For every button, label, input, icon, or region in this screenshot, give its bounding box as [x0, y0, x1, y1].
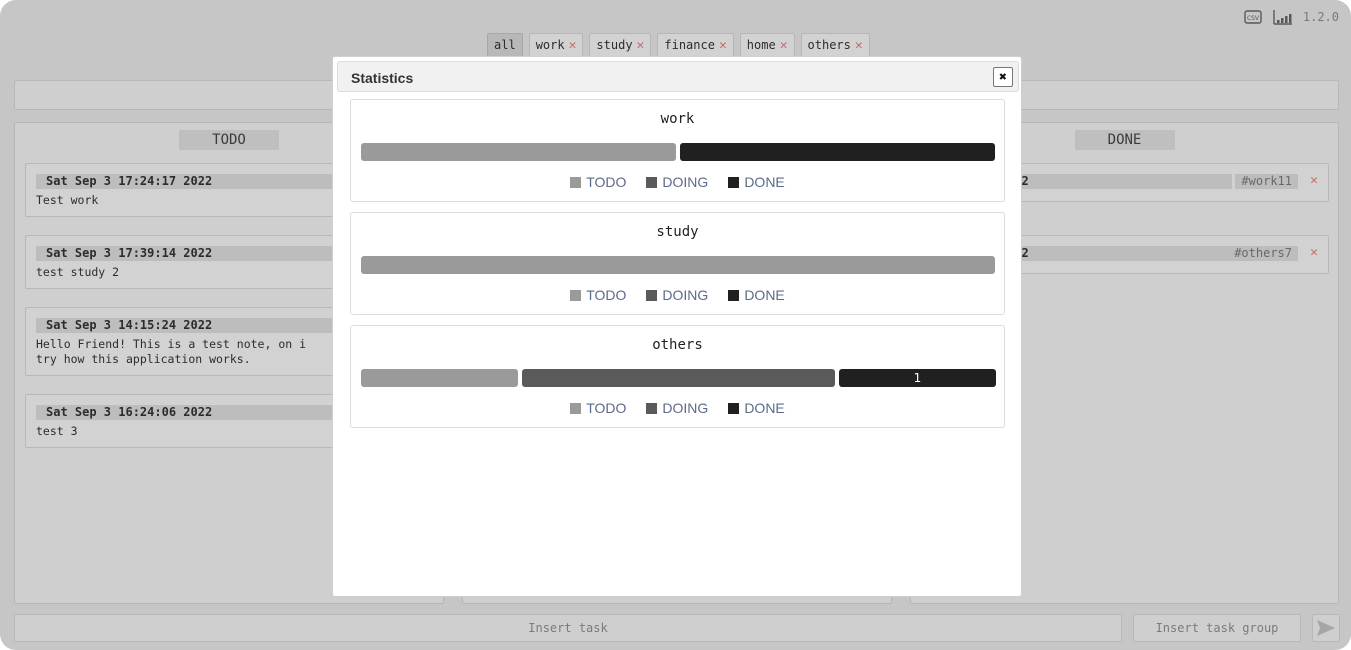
statistics-modal: Statistics ✖ work TODO DOING DONE study: [332, 56, 1022, 597]
legend-label: DOING: [662, 174, 709, 190]
legend-done: DONE: [728, 174, 785, 190]
legend-label: DONE: [744, 400, 785, 416]
todo-segment: [361, 143, 676, 161]
legend-label: TODO: [586, 287, 627, 303]
doing-swatch: [646, 289, 658, 301]
todo-swatch: [570, 176, 582, 188]
stat-card-work: work TODO DOING DONE: [350, 99, 1005, 202]
legend-doing: DOING: [646, 174, 708, 190]
todo-swatch: [570, 402, 582, 414]
legend-label: DONE: [744, 174, 785, 190]
stat-bar: 1: [361, 369, 996, 387]
legend-todo: TODO: [570, 400, 626, 416]
stat-bar: [361, 143, 995, 161]
doing-swatch: [646, 402, 658, 414]
doing-segment: [522, 369, 835, 387]
legend-label: DONE: [744, 287, 785, 303]
legend-doing: DOING: [646, 287, 708, 303]
legend-done: DONE: [728, 287, 785, 303]
legend-todo: TODO: [570, 174, 626, 190]
stat-card-study: study TODO DOING DONE: [350, 212, 1005, 315]
legend: TODO DOING DONE: [351, 174, 1004, 190]
todo-segment: [361, 369, 518, 387]
todo-segment: [361, 256, 995, 274]
done-swatch: [728, 289, 740, 301]
modal-header: Statistics ✖: [337, 61, 1019, 92]
legend: TODO DOING DONE: [351, 287, 1004, 303]
legend-doing: DOING: [646, 400, 708, 416]
legend-done: DONE: [728, 400, 785, 416]
todo-swatch: [570, 289, 582, 301]
done-swatch: [728, 176, 740, 188]
legend-label: TODO: [586, 400, 627, 416]
stat-title: study: [656, 224, 699, 240]
stat-bar: [361, 256, 995, 274]
done-segment: 1: [839, 369, 996, 387]
done-swatch: [728, 402, 740, 414]
legend-todo: TODO: [570, 287, 626, 303]
done-segment: [680, 143, 995, 161]
legend: TODO DOING DONE: [351, 400, 1004, 416]
stat-card-others: others 1 TODO DOING DONE: [350, 325, 1005, 428]
close-button[interactable]: ✖: [993, 67, 1013, 87]
legend-label: TODO: [586, 174, 627, 190]
app-window: CSV 1.2.0 all work ✕ study ✕ finance ✕ hom: [0, 0, 1351, 650]
legend-label: DOING: [662, 400, 709, 416]
modal-title: Statistics: [351, 70, 414, 86]
stat-title: others: [652, 337, 703, 353]
stat-title: work: [660, 111, 695, 127]
legend-label: DOING: [662, 287, 709, 303]
doing-swatch: [646, 176, 658, 188]
